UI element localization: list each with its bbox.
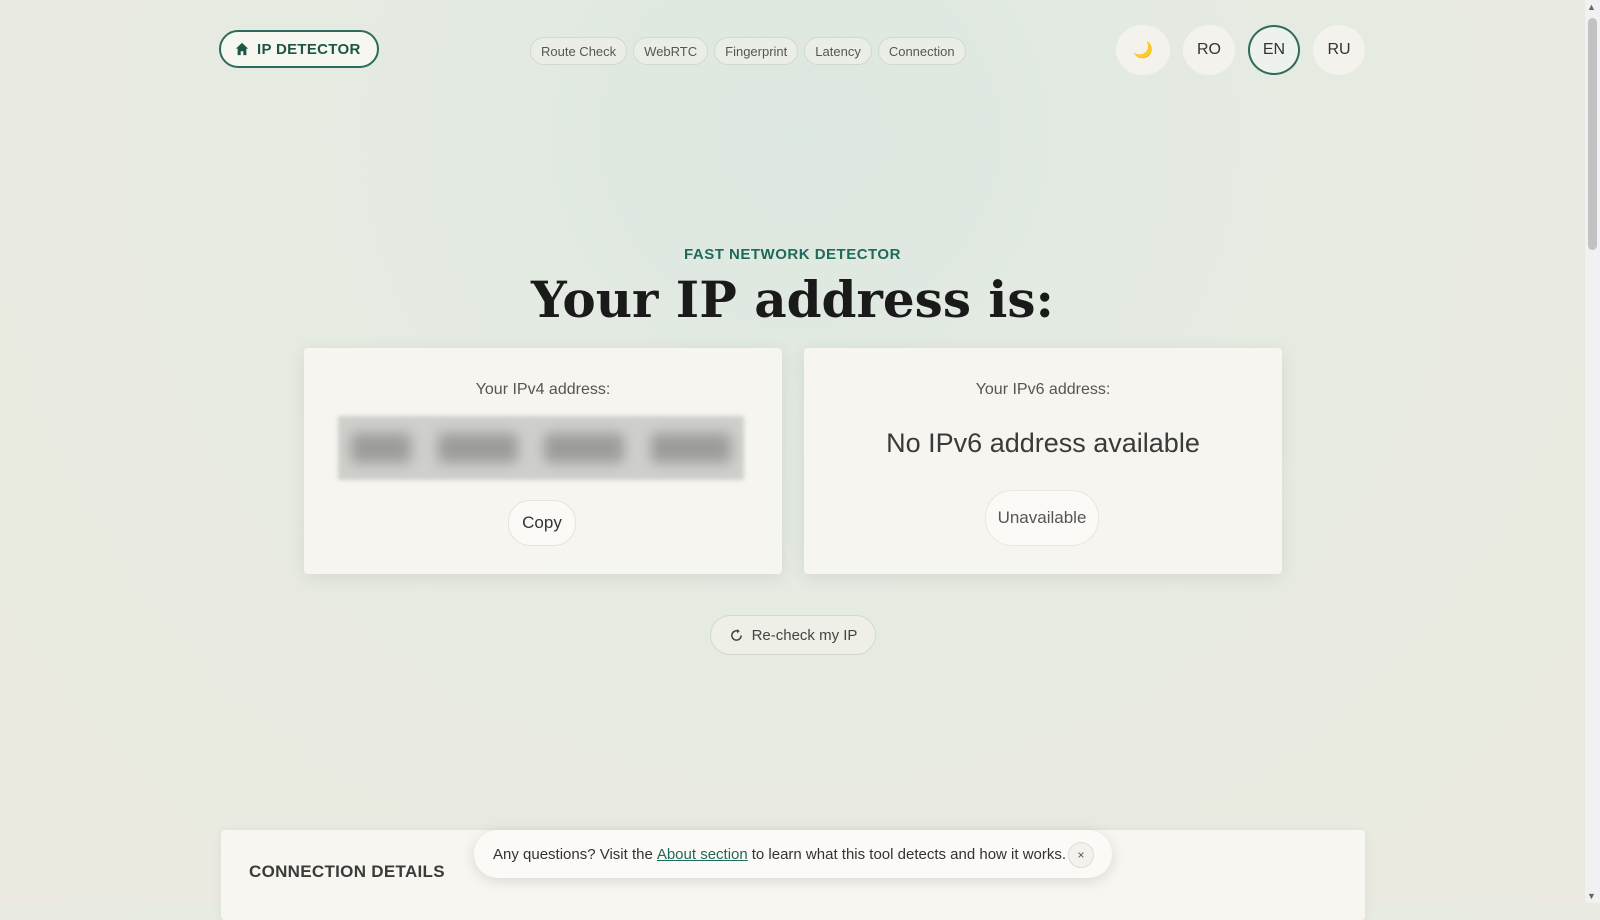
scroll-thumb[interactable] xyxy=(1588,18,1597,250)
vertical-scrollbar[interactable]: ▲ ▼ xyxy=(1585,0,1600,903)
recheck-label: Re-check my IP xyxy=(751,626,858,644)
theme-toggle-button[interactable]: 🌙 xyxy=(1116,25,1170,75)
moon-icon: 🌙 xyxy=(1133,42,1153,59)
brand-label: IP DETECTOR xyxy=(257,40,361,58)
nav-connection[interactable]: Connection xyxy=(877,37,966,65)
language-en-button[interactable]: EN xyxy=(1248,25,1300,75)
nav-fingerprint[interactable]: Fingerprint xyxy=(714,37,799,65)
nav-route-check[interactable]: Route Check xyxy=(530,37,628,65)
toast-suffix: to learn what this tool detects and how … xyxy=(751,845,1067,863)
ipv4-card: Your IPv4 address: Copy xyxy=(304,348,782,574)
nav-webrtc[interactable]: WebRTC xyxy=(633,37,709,65)
copy-ipv4-button[interactable]: Copy xyxy=(508,500,576,546)
toast-prefix: Any questions? Visit the xyxy=(493,845,653,863)
language-ro-button[interactable]: RO xyxy=(1183,25,1235,75)
top-navigation: IP DETECTOR Route Check WebRTC Fingerpri… xyxy=(0,0,1585,100)
help-toast: Any questions? Visit the About section t… xyxy=(474,830,1112,878)
section-nav: Route Check WebRTC Fingerprint Latency C… xyxy=(530,37,966,65)
ipv4-label: Your IPv4 address: xyxy=(475,381,611,398)
ipv6-value: No IPv6 address available xyxy=(886,428,1200,458)
about-section-link[interactable]: About section xyxy=(657,846,748,863)
recheck-ip-button[interactable]: Re-check my IP xyxy=(710,615,876,655)
hero-eyebrow: FAST NETWORK DETECTOR xyxy=(684,246,901,263)
ipv6-unavailable-button[interactable]: Unavailable xyxy=(985,490,1099,546)
home-brand-button[interactable]: IP DETECTOR xyxy=(219,30,379,68)
ipv6-label: Your IPv6 address: xyxy=(975,381,1111,398)
ipv6-card: Your IPv6 address: No IPv6 address avail… xyxy=(804,348,1282,574)
scroll-down-arrow-icon[interactable]: ▼ xyxy=(1587,891,1596,901)
ipv4-value-blurred xyxy=(338,416,744,480)
connection-details-title: CONNECTION DETAILS xyxy=(249,862,445,881)
refresh-icon xyxy=(730,628,742,641)
nav-latency[interactable]: Latency xyxy=(804,37,872,65)
close-icon[interactable]: × xyxy=(1068,842,1094,868)
page-title: Your IP address is: xyxy=(531,270,1054,329)
scroll-up-arrow-icon[interactable]: ▲ xyxy=(1587,2,1596,12)
language-ru-button[interactable]: RU xyxy=(1313,25,1365,75)
home-icon xyxy=(235,42,249,56)
